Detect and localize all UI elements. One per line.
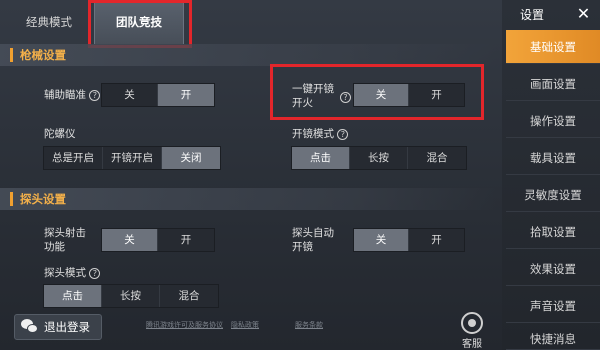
tab-classic-mode[interactable]: 经典模式: [14, 0, 84, 44]
auto-peek-scope-toggle: 关 开: [353, 228, 465, 252]
scope-mode-hold-option[interactable]: 长按: [350, 147, 408, 169]
gyroscope-off-option[interactable]: 关闭: [162, 147, 220, 169]
highlight-box-tab: [88, 0, 192, 48]
gyroscope-selector: 总是开启 开镜开启 关闭: [43, 146, 221, 170]
peek-shoot-label: 探头射击 功能: [44, 227, 86, 253]
sidebar-item-pickup[interactable]: 拾取设置: [506, 215, 600, 249]
close-icon[interactable]: ✕: [567, 0, 600, 30]
gyroscope-scope-on-option[interactable]: 开镜开启: [103, 147, 162, 169]
mode-tabs: 经典模式 团队竞技: [0, 0, 496, 44]
peek-mode-selector: 点击 长按 混合: [43, 284, 219, 308]
peek-mode-hold-option[interactable]: 长按: [102, 285, 160, 307]
section-title: 探头设置: [20, 192, 66, 206]
aim-assist-label: 辅助瞄准 ?: [44, 88, 101, 102]
aim-assist-off-option[interactable]: 关: [102, 84, 158, 106]
highlight-box-setting: [270, 64, 484, 120]
gyroscope-label: 陀螺仪: [44, 128, 76, 140]
sidebar-item-quick-messages[interactable]: 快捷消息: [506, 326, 600, 350]
peek-shoot-on-option[interactable]: 开: [158, 229, 214, 251]
scope-mode-label: 开镜模式 ?: [292, 127, 349, 141]
customer-service-button[interactable]: 客服: [452, 312, 492, 350]
peek-mode-label: 探头模式 ?: [44, 266, 101, 280]
license-agreement-link[interactable]: 腾讯游戏许可及服务协议: [146, 320, 223, 330]
scope-mode-tap-option[interactable]: 点击: [292, 147, 350, 169]
aim-assist-toggle: 关 开: [101, 83, 215, 107]
peek-mode-tap-option[interactable]: 点击: [44, 285, 102, 307]
terms-of-service-link[interactable]: 服务条款: [295, 320, 323, 330]
peek-shoot-off-option[interactable]: 关: [102, 229, 158, 251]
logout-button[interactable]: 退出登录: [14, 314, 102, 340]
sidebar-item-basic[interactable]: 基础设置: [506, 30, 600, 64]
sidebar-item-sensitivity[interactable]: 灵敏度设置: [506, 178, 600, 212]
scope-mode-selector: 点击 长按 混合: [291, 146, 467, 170]
sidebar-item-effects[interactable]: 效果设置: [506, 252, 600, 286]
section-accent-bar: [10, 192, 13, 206]
privacy-policy-link[interactable]: 隐私政策: [231, 320, 259, 330]
sidebar-item-graphics[interactable]: 画面设置: [506, 67, 600, 101]
section-title: 枪械设置: [20, 48, 66, 62]
gyroscope-always-on-option[interactable]: 总是开启: [44, 147, 103, 169]
logout-label: 退出登录: [44, 320, 90, 334]
help-icon[interactable]: ?: [89, 267, 101, 279]
sidebar-item-controls[interactable]: 操作设置: [506, 104, 600, 138]
auto-peek-scope-off-option[interactable]: 关: [354, 229, 409, 251]
wechat-icon: [21, 319, 39, 335]
section-header-weapon: 枪械设置: [0, 44, 496, 66]
peek-mode-mixed-option[interactable]: 混合: [160, 285, 218, 307]
aim-assist-on-option[interactable]: 开: [158, 84, 214, 106]
scope-mode-mixed-option[interactable]: 混合: [408, 147, 466, 169]
section-accent-bar: [10, 48, 13, 62]
auto-peek-scope-label: 探头自动 开镜: [292, 227, 334, 253]
customer-service-icon: [461, 312, 483, 334]
customer-service-label: 客服: [462, 339, 482, 350]
sidebar-item-vehicle[interactable]: 载具设置: [506, 141, 600, 175]
help-icon[interactable]: ?: [89, 89, 101, 101]
help-icon[interactable]: ?: [337, 128, 349, 140]
sidebar-title: 设置: [520, 8, 545, 22]
sidebar-item-sound[interactable]: 声音设置: [506, 289, 600, 323]
auto-peek-scope-on-option[interactable]: 开: [409, 229, 464, 251]
peek-shoot-toggle: 关 开: [101, 228, 215, 252]
section-header-peek: 探头设置: [0, 188, 496, 210]
